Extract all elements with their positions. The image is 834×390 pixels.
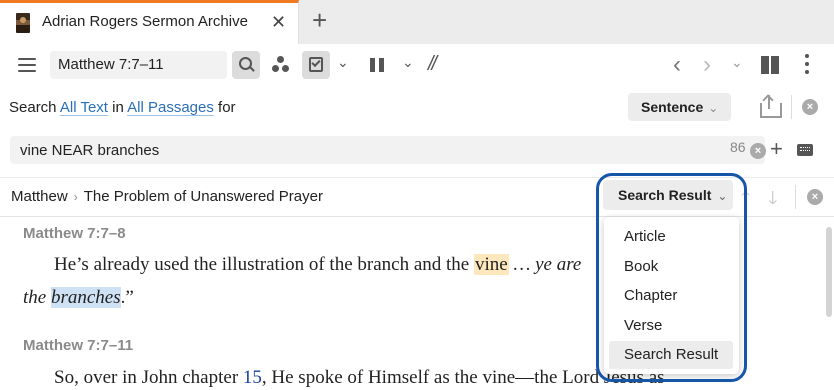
snippet-text: So, over in John chapter xyxy=(54,367,243,388)
search-icon[interactable] xyxy=(232,51,260,79)
menu-item-book[interactable]: Book xyxy=(609,253,733,281)
tab-bar: Adrian Rogers Sermon Archive ✕ + xyxy=(0,0,834,44)
new-tab-button[interactable]: + xyxy=(312,7,327,33)
scope-all-text-link[interactable]: All Text xyxy=(60,99,108,116)
snippet-text: .” xyxy=(120,287,134,308)
search-mode-label: Sentence xyxy=(641,99,704,115)
visual-filter-dots-icon[interactable] xyxy=(272,56,290,74)
menu-item-verse[interactable]: Verse xyxy=(609,312,733,340)
breadcrumb: Matthew › The Problem of Unanswered Prayer xyxy=(11,188,323,205)
result-type-label: Search Result xyxy=(618,187,712,203)
search-query-text: vine NEAR branches xyxy=(20,142,160,159)
result-count: 86 xyxy=(730,139,746,155)
search-scope-row: Search All Text in All Passages for Sent… xyxy=(0,89,834,127)
chapter-link[interactable]: 15 xyxy=(243,367,262,388)
clear-query-icon[interactable]: × xyxy=(750,143,766,159)
scrollbar[interactable] xyxy=(826,227,832,317)
close-results-icon[interactable]: × xyxy=(807,189,823,205)
result-reference[interactable]: Matthew 7:7–11 xyxy=(23,337,133,354)
divider xyxy=(791,95,792,119)
keyboard-icon[interactable] xyxy=(797,144,813,156)
toolbar: Matthew 7:7–11 ⌄ ⌄ // ‹ › ⌄ xyxy=(0,44,834,89)
tab-sermon-archive[interactable]: Adrian Rogers Sermon Archive ✕ xyxy=(0,0,299,44)
chevron-down-icon[interactable]: ⌄ xyxy=(402,54,414,71)
divider xyxy=(795,185,796,209)
close-search-icon[interactable]: × xyxy=(802,99,818,115)
chevron-down-icon: ⌄ xyxy=(708,101,719,115)
share-icon[interactable] xyxy=(758,94,782,118)
breadcrumb-book[interactable]: Matthew xyxy=(11,188,68,205)
result-type-menu: Article Book Chapter Verse Search Result xyxy=(604,217,739,374)
result-reference[interactable]: Matthew 7:7–8 xyxy=(23,225,126,242)
back-arrow-icon[interactable]: ‹ xyxy=(673,51,681,79)
panel-icon[interactable] xyxy=(761,56,779,74)
next-result-arrow-icon[interactable]: 🡓 xyxy=(768,186,777,216)
snippet-text: … ye are xyxy=(508,254,582,275)
add-query-icon[interactable]: + xyxy=(770,134,783,164)
result-type-dropdown[interactable]: Search Result ⌄ xyxy=(603,180,733,210)
menu-item-article[interactable]: Article xyxy=(609,223,733,251)
more-vertical-icon[interactable] xyxy=(804,54,810,76)
search-in-text: in xyxy=(112,99,124,116)
reference-input[interactable]: Matthew 7:7–11 xyxy=(50,51,227,79)
chevron-down-icon[interactable]: ⌄ xyxy=(337,54,349,71)
hit-branches: branches xyxy=(50,287,121,308)
hit-vine: vine xyxy=(473,254,509,275)
history-chevron-down-icon[interactable]: ⌄ xyxy=(731,54,743,71)
menu-item-chapter[interactable]: Chapter xyxy=(609,282,733,310)
pause-icon[interactable] xyxy=(370,58,384,72)
sermon-archive-favicon-icon xyxy=(16,13,30,33)
search-for-text: for xyxy=(218,99,236,116)
snippet-text: He’s already used the illustration of th… xyxy=(54,254,474,275)
search-prefix-text: Search xyxy=(9,99,57,116)
tab-title: Adrian Rogers Sermon Archive xyxy=(42,13,248,30)
parallel-resources-icon[interactable]: // xyxy=(428,53,437,76)
breadcrumb-separator: › xyxy=(73,190,78,204)
search-scope-label: Search All Text in All Passages for xyxy=(9,99,236,116)
scope-all-passages-link[interactable]: All Passages xyxy=(127,99,214,116)
previous-result-arrow-icon[interactable]: 🡑 xyxy=(741,186,750,216)
chevron-down-icon: ⌄ xyxy=(717,189,728,203)
forward-arrow-icon[interactable]: › xyxy=(703,51,711,79)
search-query-input[interactable]: vine NEAR branches 86 xyxy=(10,136,765,164)
search-mode-dropdown[interactable]: Sentence ⌄ xyxy=(628,93,731,121)
breadcrumb-title[interactable]: The Problem of Unanswered Prayer xyxy=(84,188,323,205)
hamburger-icon[interactable] xyxy=(18,58,36,72)
highlight-checkbox-icon[interactable] xyxy=(302,51,330,79)
snippet-text: the xyxy=(23,287,51,308)
close-tab-icon[interactable]: ✕ xyxy=(271,13,286,31)
menu-item-search-result[interactable]: Search Result xyxy=(609,341,733,369)
